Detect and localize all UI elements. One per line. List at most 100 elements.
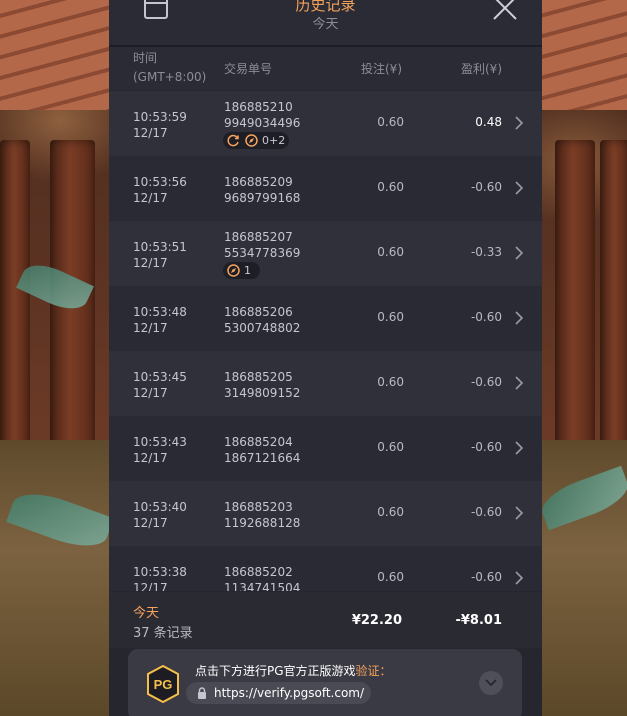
row-transaction-id: 186885205 3149809152 <box>224 369 300 401</box>
row-feature-badge: 0+2 <box>223 132 289 149</box>
row-time: 10:53:56 12/17 <box>133 174 187 206</box>
row-id-line1: 186885202 <box>224 565 293 579</box>
summary-total-profit: -¥8.01 <box>455 613 502 628</box>
verification-banner: PG 点击下方进行PG官方正版游戏验证： https://verify.pgso… <box>128 649 522 716</box>
bet-column-header: 投注(¥) <box>361 62 402 76</box>
row-transaction-id: 186885209 9689799168 <box>224 174 300 206</box>
row-badge-text: 0+2 <box>262 134 286 147</box>
row-date-value: 12/17 <box>133 386 168 400</box>
row-time-value: 10:53:56 <box>133 175 187 189</box>
row-id-line1: 186885205 <box>224 370 293 384</box>
refresh-icon <box>227 134 239 147</box>
row-date-value: 12/17 <box>133 581 168 591</box>
row-time: 10:53:43 12/17 <box>133 434 187 466</box>
panel-header: 历史记录 今天 <box>109 0 542 46</box>
roof-tiles-left <box>0 0 110 110</box>
time-column-header: 时间 (GMT+8:00) <box>133 49 206 87</box>
row-time: 10:53:48 12/17 <box>133 304 187 336</box>
row-bet: 0.60 <box>377 115 404 129</box>
row-id-line1: 186885207 <box>224 230 293 244</box>
profit-column-header: 盈利(¥) <box>461 62 502 76</box>
row-time-value: 10:53:51 <box>133 240 187 254</box>
row-transaction-id: 186885203 1192688128 <box>224 499 300 531</box>
compass-icon <box>227 264 240 277</box>
wood-plank <box>555 140 595 460</box>
row-transaction-id: 186885210 9949034496 <box>224 99 300 131</box>
row-profit: -0.60 <box>470 570 502 584</box>
row-feature-badge: 1 <box>223 262 260 279</box>
row-transaction-id: 186885202 1134741504 <box>224 564 300 591</box>
row-time: 10:53:45 12/17 <box>133 369 187 401</box>
row-profit: -0.60 <box>470 375 502 389</box>
verify-url-text: https://verify.pgsoft.com/ <box>214 686 365 700</box>
history-list[interactable]: 10:53:59 12/17 186885210 9949034496 0+2 0.… <box>109 91 542 591</box>
row-time-value: 10:53:45 <box>133 370 187 384</box>
verify-url-link[interactable]: https://verify.pgsoft.com/ <box>186 682 371 704</box>
row-id-line2: 1867121664 <box>224 451 301 465</box>
timezone-label: (GMT+8:00) <box>133 70 207 84</box>
row-bet: 0.60 <box>377 440 404 454</box>
history-row[interactable]: 10:53:38 12/17 186885202 1134741504 0.60 -… <box>109 546 542 591</box>
summary-record-count: 37 条记录 <box>133 626 193 641</box>
summary-bar: 今天 37 条记录 ¥22.20 -¥8.01 <box>109 592 542 648</box>
row-id-line2: 3149809152 <box>224 386 301 400</box>
history-row[interactable]: 10:53:45 12/17 186885205 3149809152 0.60 -… <box>109 351 542 416</box>
row-date-value: 12/17 <box>133 191 168 205</box>
verification-text: 点击下方进行PG官方正版游戏 <box>195 664 356 678</box>
chevron-right-icon <box>515 246 524 260</box>
chevron-down-icon <box>485 679 497 687</box>
row-id-line1: 186885204 <box>224 435 293 449</box>
row-bet: 0.60 <box>377 570 404 584</box>
row-time: 10:53:59 12/17 <box>133 109 187 141</box>
verification-message: 点击下方进行PG官方正版游戏验证： <box>195 662 392 679</box>
row-id-line2: 9949034496 <box>224 116 301 130</box>
history-row[interactable]: 10:53:48 12/17 186885206 5300748802 0.60 -… <box>109 286 542 351</box>
chevron-right-icon <box>515 506 524 520</box>
row-badge-text: 1 <box>244 264 251 277</box>
row-date-value: 12/17 <box>133 451 168 465</box>
row-id-line1: 186885203 <box>224 500 293 514</box>
pg-logo-icon: PG <box>147 665 179 703</box>
row-bet: 0.60 <box>377 180 404 194</box>
row-time: 10:53:38 12/17 <box>133 564 187 591</box>
history-row[interactable]: 10:53:56 12/17 186885209 9689799168 0.60 -… <box>109 156 542 221</box>
close-icon[interactable] <box>491 0 519 22</box>
history-row[interactable]: 10:53:40 12/17 186885203 1192688128 0.60 -… <box>109 481 542 546</box>
chevron-right-icon <box>515 571 524 585</box>
row-profit: 0.48 <box>475 115 502 129</box>
wood-plank <box>0 140 30 460</box>
row-profit: -0.60 <box>470 505 502 519</box>
row-date-value: 12/17 <box>133 256 168 270</box>
row-transaction-id: 186885206 5300748802 <box>224 304 300 336</box>
verification-highlight: 验证： <box>355 664 392 678</box>
row-time: 10:53:51 12/17 <box>133 239 187 271</box>
chevron-right-icon <box>515 181 524 195</box>
expand-button[interactable] <box>479 671 503 695</box>
roof-tiles-right <box>530 0 627 110</box>
history-row[interactable]: 10:53:51 12/17 186885207 5534778369 1 0.60… <box>109 221 542 286</box>
history-row[interactable]: 10:53:43 12/17 186885204 1867121664 0.60 -… <box>109 416 542 481</box>
row-time-value: 10:53:43 <box>133 435 187 449</box>
chevron-right-icon <box>515 311 524 325</box>
time-column-label: 时间 <box>133 51 158 65</box>
row-time-value: 10:53:48 <box>133 305 187 319</box>
row-profit: -0.60 <box>470 310 502 324</box>
date-filter-label[interactable]: 今天 <box>109 13 542 32</box>
row-date-value: 12/17 <box>133 321 168 335</box>
summary-total-bet: ¥22.20 <box>351 613 402 628</box>
row-time: 10:53:40 12/17 <box>133 499 187 531</box>
row-id-line2: 1192688128 <box>224 516 301 530</box>
row-id-line1: 186885209 <box>224 175 293 189</box>
lock-icon <box>198 687 206 699</box>
row-date-value: 12/17 <box>133 516 168 530</box>
row-profit: -0.60 <box>470 440 502 454</box>
row-id-line2: 5300748802 <box>224 321 301 335</box>
history-row[interactable]: 10:53:59 12/17 186885210 9949034496 0+2 0.… <box>109 91 542 156</box>
wood-plank <box>600 140 627 460</box>
row-id-line2: 1134741504 <box>224 581 301 591</box>
history-panel: 历史记录 今天 时间 (GMT+8:00) 交易单号 投注(¥) 盈利(¥) 1… <box>109 0 542 716</box>
compass-icon <box>245 134 258 147</box>
row-id-line1: 186885206 <box>224 305 293 319</box>
row-profit: -0.60 <box>470 180 502 194</box>
row-date-value: 12/17 <box>133 126 168 140</box>
